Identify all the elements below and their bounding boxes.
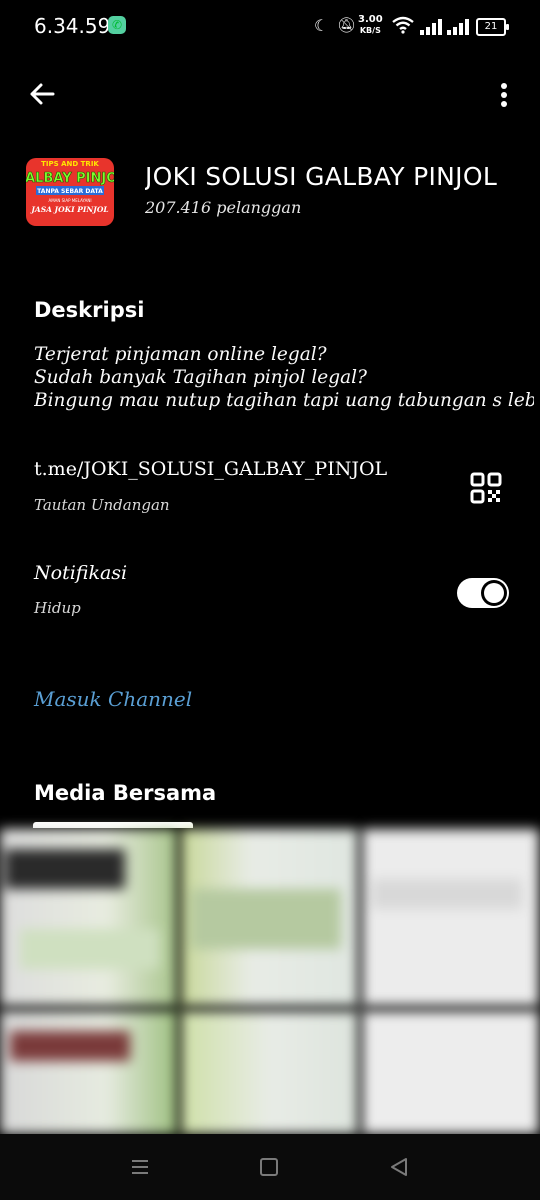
notification-toggle[interactable] (457, 578, 509, 608)
media-grid (0, 829, 540, 1134)
avatar-line3: TANPA SEBAR DATA (37, 188, 103, 195)
wifi-icon (392, 16, 414, 34)
description-line: Sudah banyak Tagihan pinjol legal? (34, 367, 367, 388)
media-thumbnail[interactable] (181, 829, 358, 1006)
description-line: Terjerat pinjaman online legal? (34, 344, 327, 365)
bell-off-icon: 🔕︎ (337, 16, 357, 34)
avatar-line1: TIPS AND TRIK (41, 160, 99, 168)
notification-state: Hidup (34, 599, 81, 617)
call-icon: ✆ (108, 16, 126, 34)
battery-icon: 21 (476, 18, 509, 36)
channel-title: JOKI SOLUSI GALBAY PINJOL (145, 162, 498, 191)
avatar-line2: GALBAY PINJOL (26, 171, 114, 186)
back-arrow-icon[interactable] (26, 78, 58, 110)
notification-label: Notifikasi (34, 562, 128, 584)
avatar-line5: JASA JOKI PINJOL (29, 205, 108, 214)
description-text: Terjerat pinjaman online legal? Sudah ba… (34, 343, 534, 412)
invite-link-label: Tautan Undangan (34, 496, 170, 514)
description-heading: Deskripsi (34, 298, 145, 322)
invite-link[interactable]: t.me/JOKI_SOLUSI_GALBAY_PINJOL (34, 458, 387, 480)
join-channel-button[interactable]: Masuk Channel (34, 687, 192, 711)
channel-avatar[interactable]: TIPS AND TRIK GALBAY PINJOL TANPA SEBAR … (26, 158, 114, 226)
net-speed-value: 3.00 (358, 14, 383, 25)
net-speed-unit: KB/S (359, 26, 381, 35)
nav-back-icon[interactable] (388, 1156, 410, 1178)
status-bar: 6.34.59 ✆ ☾ 🔕︎ 3.00 KB/S 21 (0, 0, 540, 52)
media-thumbnail[interactable] (181, 1011, 358, 1134)
signal-icon-2 (447, 19, 469, 35)
media-thumbnail[interactable] (0, 1011, 177, 1134)
home-icon[interactable] (260, 1158, 278, 1176)
toggle-knob (481, 580, 507, 606)
media-heading[interactable]: Media Bersama (34, 781, 216, 805)
media-thumbnail[interactable] (362, 829, 539, 1006)
signal-icon (420, 19, 442, 35)
recent-apps-icon[interactable] (130, 1157, 150, 1177)
media-tab-indicator (33, 822, 193, 828)
qr-code-icon[interactable] (470, 472, 502, 504)
moon-icon: ☾ (314, 16, 329, 35)
subscriber-count: 207.416 pelanggan (145, 198, 302, 217)
avatar-line4: AMAN SIAP MELAYANI (48, 198, 91, 203)
more-vert-icon[interactable] (492, 80, 516, 110)
status-time: 6.34.59 (34, 14, 111, 38)
media-thumbnail[interactable] (0, 829, 177, 1006)
media-thumbnail[interactable] (362, 1011, 539, 1134)
description-line: Bingung mau nutup tagihan tapi uang tabu… (34, 390, 534, 411)
net-speed: 3.00 KB/S (358, 14, 383, 36)
